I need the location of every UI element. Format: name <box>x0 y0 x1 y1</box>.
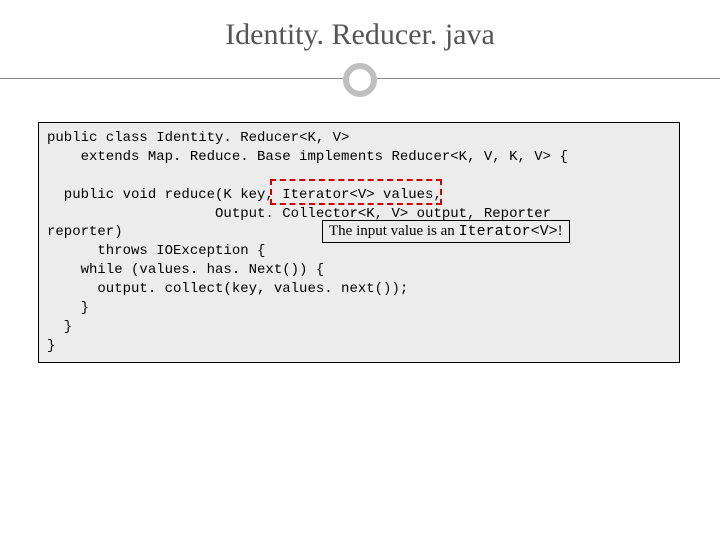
callout-text-code: Iterator<V> <box>459 223 558 240</box>
page-title: Identity. Reducer. java <box>0 0 720 52</box>
callout-box: The input value is an Iterator<V>! <box>322 220 570 243</box>
code-line: output. collect(key, values. next()); <box>47 281 408 297</box>
code-line: } <box>47 319 72 335</box>
code-line: public class Identity. Reducer<K, V> <box>47 130 349 146</box>
callout-text-suffix: ! <box>558 223 563 239</box>
code-line: while (values. has. Next()) { <box>47 262 324 278</box>
code-line: extends Map. Reduce. Base implements Red… <box>47 149 568 165</box>
code-line: public void reduce(K key, Iterator<V> va… <box>47 187 442 203</box>
code-line: } <box>47 338 55 354</box>
code-line: throws IOException { <box>47 243 265 259</box>
callout-text-prefix: The input value is an <box>329 223 459 239</box>
code-line: } <box>47 300 89 316</box>
slide: Identity. Reducer. java public class Ide… <box>0 0 720 540</box>
ring-icon <box>343 63 377 97</box>
code-line: reporter) <box>47 224 123 240</box>
